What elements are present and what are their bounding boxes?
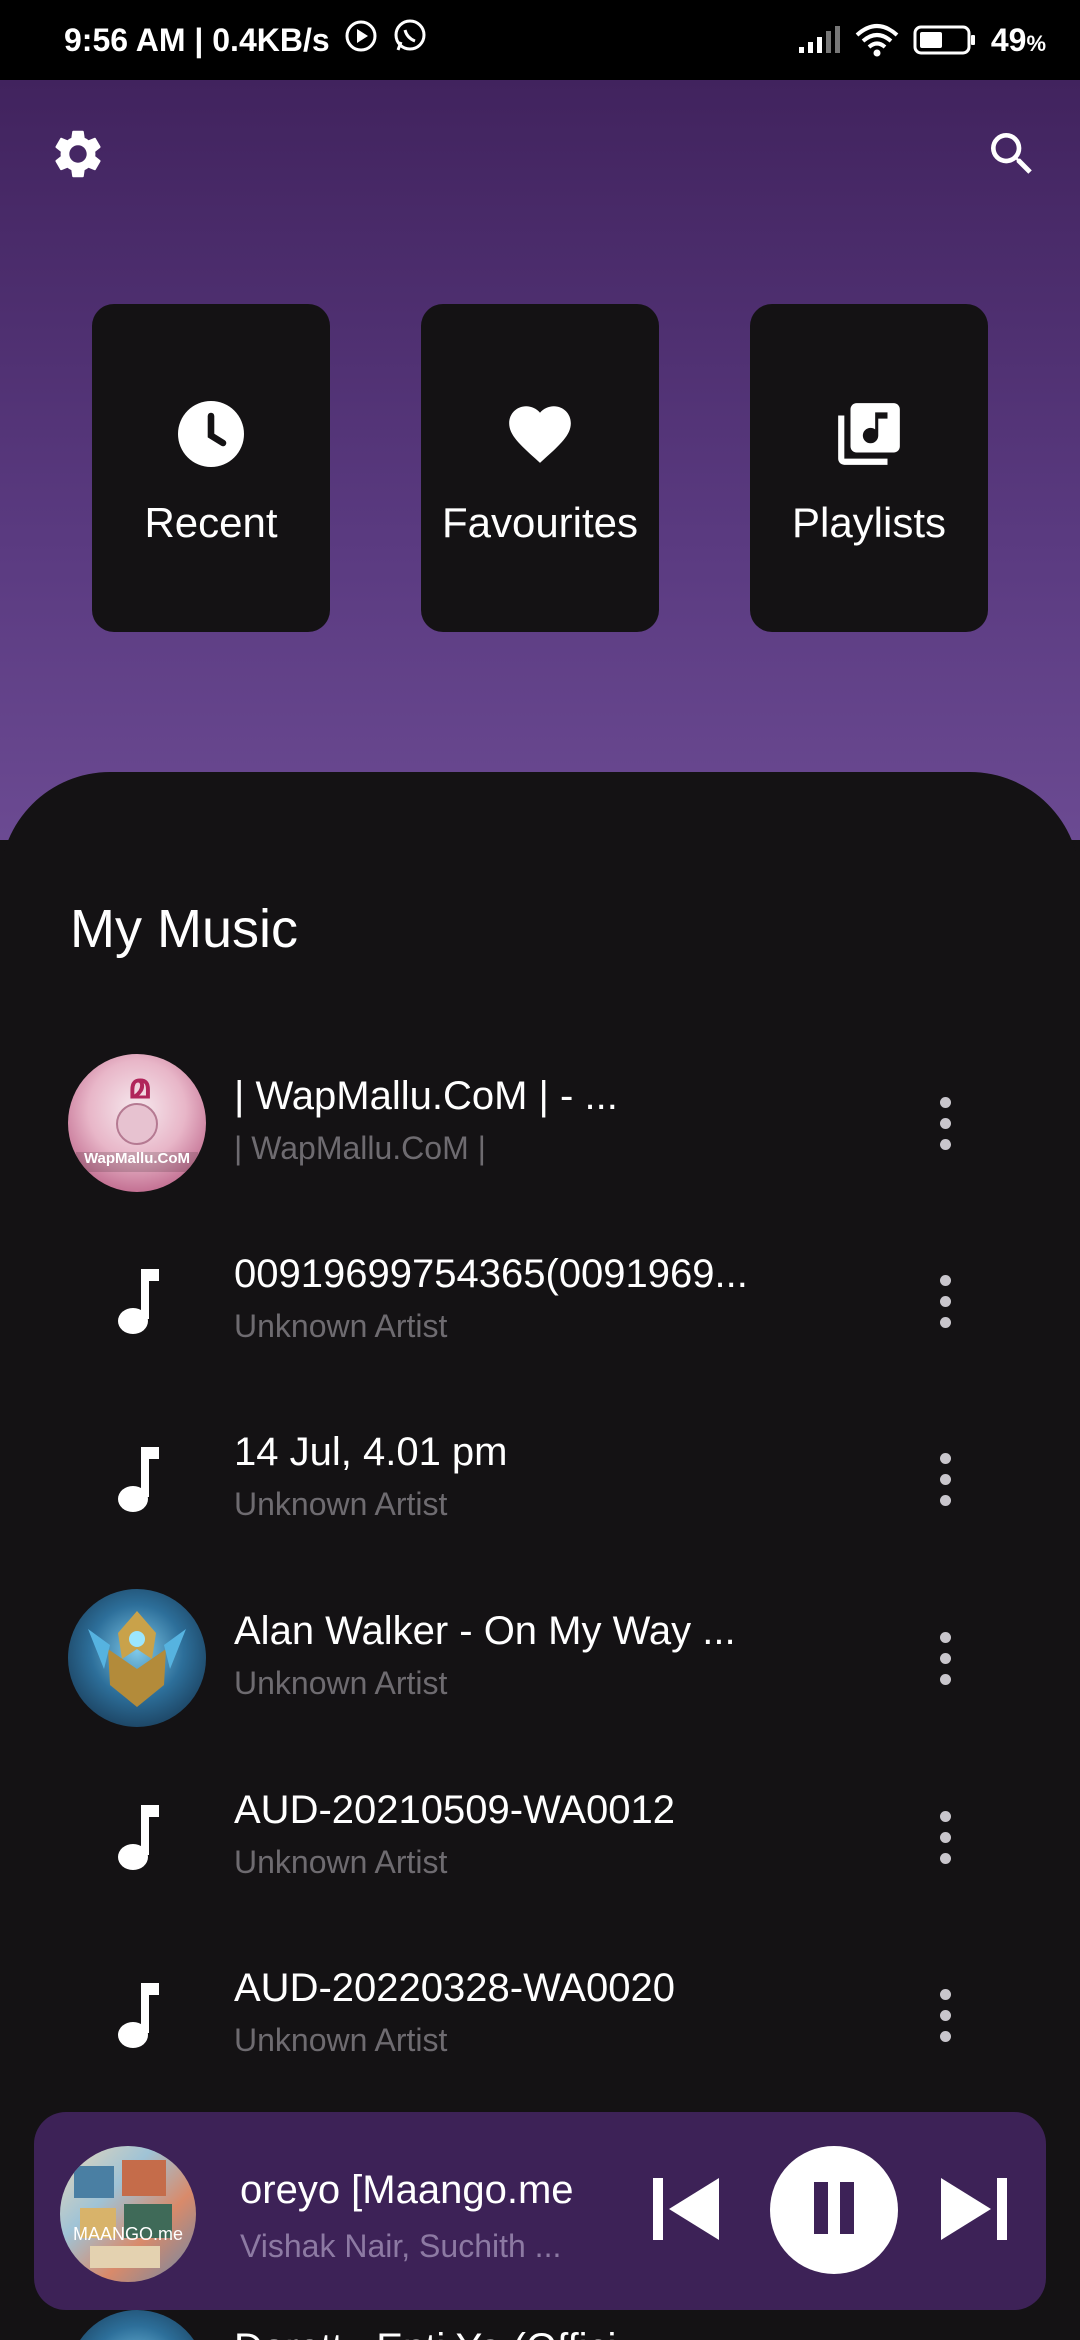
song-row[interactable]: 14 Jul, 4.01 pm Unknown Artist [0, 1390, 1080, 1568]
section-title: My Music [70, 899, 298, 959]
search-button[interactable] [972, 116, 1052, 196]
gear-icon [49, 125, 107, 188]
peek-album-art [68, 2310, 206, 2340]
song-artist: Unknown Artist [234, 1665, 448, 1701]
settings-button[interactable] [38, 116, 118, 196]
song-row[interactable]: Alan Walker - On My Way ... Unknown Arti… [0, 1569, 1080, 1747]
heart-icon [503, 389, 577, 479]
song-title: AUD-20220328-WA0020 [234, 1966, 675, 2010]
song-artist: Unknown Artist [234, 1844, 448, 1880]
song-artist: Unknown Artist [234, 1486, 448, 1522]
skip-previous-icon [649, 2176, 723, 2247]
battery-level: 49% [990, 21, 1046, 58]
battery-icon [913, 24, 977, 56]
playlists-label: Playlists [791, 499, 947, 546]
svg-text:മ: മ [128, 1069, 150, 1106]
album-art [68, 1589, 206, 1727]
skip-next-icon [937, 2176, 1011, 2247]
status-time: 9:56 AM | 0.4KB/s [64, 21, 330, 58]
favourites-label: Favourites [441, 499, 639, 546]
album-art: മ WapMallu.CoM [68, 1054, 206, 1192]
now-playing-bar[interactable]: MAANGO.me oreyo [Maango.me Vishak Nair, … [34, 2112, 1046, 2310]
song-row[interactable]: AUD-20210509-WA0012 Unknown Artist [0, 1748, 1080, 1926]
favourites-card[interactable]: Favourites [421, 304, 659, 632]
more-options-button[interactable] [910, 1434, 980, 1524]
more-options-button[interactable] [910, 1613, 980, 1703]
next-button[interactable] [932, 2166, 1016, 2256]
pause-icon [812, 2181, 856, 2239]
status-bar: 9:56 AM | 0.4KB/s 49% [0, 0, 1080, 80]
song-title: AUD-20210509-WA0012 [234, 1788, 675, 1832]
song-artist: Unknown Artist [234, 2022, 448, 2058]
song-title: Alan Walker - On My Way ... [234, 1609, 736, 1653]
now-playing-album-art: MAANGO.me [60, 2146, 196, 2282]
peek-song-title: Dorettu Enti Ya (Offici... [234, 2326, 650, 2340]
song-row[interactable]: മ WapMallu.CoM | WapMallu.CoM | - ... | … [0, 1034, 1080, 1212]
song-row[interactable]: AUD-20220328-WA0020 Unknown Artist [0, 1926, 1080, 2104]
signal-icon [797, 25, 841, 55]
recent-card[interactable]: Recent [92, 304, 330, 632]
whatsapp-icon [392, 18, 428, 62]
music-note-icon [68, 1232, 206, 1370]
song-title: 00919699754365(0091969... [234, 1252, 748, 1296]
playlists-card[interactable]: Playlists [750, 304, 988, 632]
now-playing-art-text: MAANGO.me [72, 2224, 183, 2244]
song-artist: Unknown Artist [234, 1308, 448, 1344]
previous-button[interactable] [646, 2166, 726, 2256]
search-icon [984, 126, 1040, 187]
play-status-icon [344, 19, 378, 61]
more-options-button[interactable] [910, 1792, 980, 1882]
now-playing-title: oreyo [Maango.me [240, 2168, 574, 2212]
clock-icon [175, 389, 247, 479]
song-row[interactable]: 00919699754365(0091969... Unknown Artist [0, 1212, 1080, 1390]
category-cards: Recent Favourites Playlists [92, 304, 988, 632]
song-title: 14 Jul, 4.01 pm [234, 1430, 508, 1474]
pause-button[interactable] [770, 2146, 898, 2274]
music-note-icon [68, 1946, 206, 2084]
music-note-icon [68, 1410, 206, 1548]
more-options-button[interactable] [910, 1078, 980, 1168]
music-note-icon [68, 1768, 206, 1906]
wifi-icon [855, 23, 899, 57]
album-art-text: WapMallu.CoM [83, 1150, 191, 1167]
song-title: | WapMallu.CoM | - ... [234, 1074, 618, 1118]
now-playing-artist: Vishak Nair, Suchith ... [240, 2228, 562, 2264]
song-artist: | WapMallu.CoM | [234, 1130, 486, 1166]
library-music-icon [832, 389, 906, 479]
recent-label: Recent [144, 499, 278, 546]
more-options-button[interactable] [910, 1970, 980, 2060]
more-options-button[interactable] [910, 1256, 980, 1346]
